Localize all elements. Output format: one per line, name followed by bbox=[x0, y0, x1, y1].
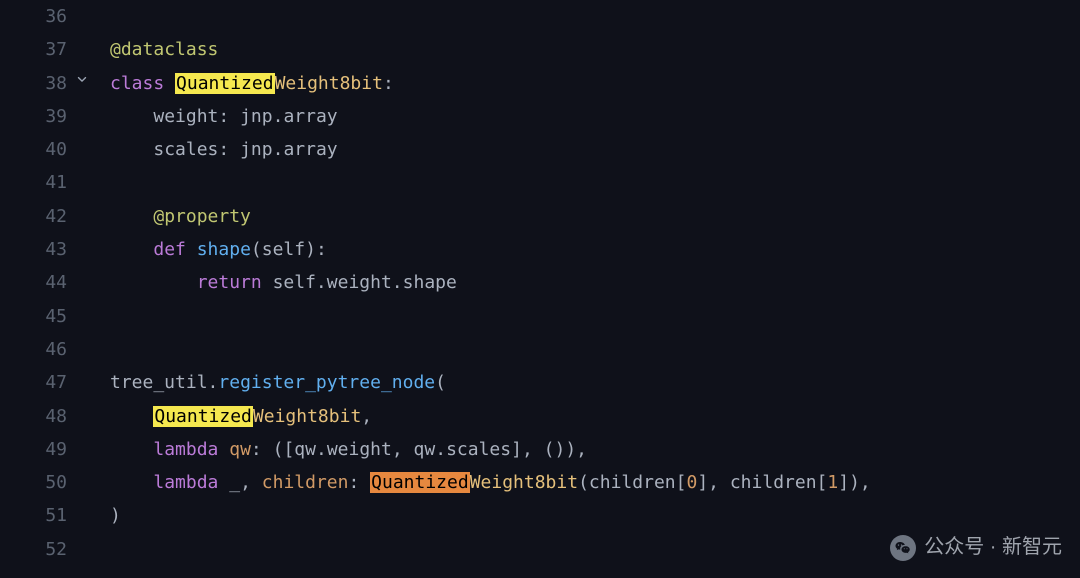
code-line: return self.weight.shape bbox=[110, 266, 1080, 299]
line-number: 45 bbox=[0, 300, 67, 333]
code-line: class QuantizedWeight8bit: bbox=[110, 67, 1080, 100]
wechat-icon bbox=[890, 535, 916, 561]
line-number: 37 bbox=[0, 33, 67, 66]
line-number: 40 bbox=[0, 133, 67, 166]
code-line: QuantizedWeight8bit, bbox=[110, 400, 1080, 433]
line-number: 48 bbox=[0, 400, 67, 433]
code-line: @dataclass bbox=[110, 33, 1080, 66]
code-editor[interactable]: 36 37 38 39 40 41 42 43 44 45 46 47 48 4… bbox=[0, 0, 1080, 578]
line-number: 42 bbox=[0, 200, 67, 233]
code-line: tree_util.register_pytree_node( bbox=[110, 366, 1080, 399]
line-number: 43 bbox=[0, 233, 67, 266]
line-number: 49 bbox=[0, 433, 67, 466]
line-number: 41 bbox=[0, 166, 67, 199]
fold-chevron-icon[interactable] bbox=[75, 67, 89, 100]
code-content[interactable]: @dataclass class QuantizedWeight8bit: we… bbox=[75, 0, 1080, 578]
search-highlight-current: Quantized bbox=[370, 472, 470, 493]
code-line: lambda qw: ([qw.weight, qw.scales], ()), bbox=[110, 433, 1080, 466]
code-line: @property bbox=[110, 200, 1080, 233]
line-number: 46 bbox=[0, 333, 67, 366]
line-number: 50 bbox=[0, 466, 67, 499]
code-line bbox=[110, 0, 1080, 33]
line-number-gutter: 36 37 38 39 40 41 42 43 44 45 46 47 48 4… bbox=[0, 0, 75, 578]
search-highlight: Quantized bbox=[153, 406, 253, 427]
watermark-text: 公众号 · 新智元 bbox=[924, 529, 1062, 566]
line-number: 38 bbox=[0, 67, 67, 100]
code-line bbox=[110, 300, 1080, 333]
code-line bbox=[110, 333, 1080, 366]
code-line: lambda _, children: QuantizedWeight8bit(… bbox=[110, 466, 1080, 499]
wechat-watermark: 公众号 · 新智元 bbox=[890, 529, 1062, 566]
line-number: 51 bbox=[0, 499, 67, 532]
line-number: 36 bbox=[0, 0, 67, 33]
code-line: scales: jnp.array bbox=[110, 133, 1080, 166]
line-number: 44 bbox=[0, 266, 67, 299]
code-line: ) bbox=[110, 499, 1080, 532]
line-number: 39 bbox=[0, 100, 67, 133]
line-number: 52 bbox=[0, 533, 67, 566]
code-line: weight: jnp.array bbox=[110, 100, 1080, 133]
line-number: 47 bbox=[0, 366, 67, 399]
search-highlight: Quantized bbox=[175, 73, 275, 94]
code-line bbox=[110, 166, 1080, 199]
code-line: def shape(self): bbox=[110, 233, 1080, 266]
